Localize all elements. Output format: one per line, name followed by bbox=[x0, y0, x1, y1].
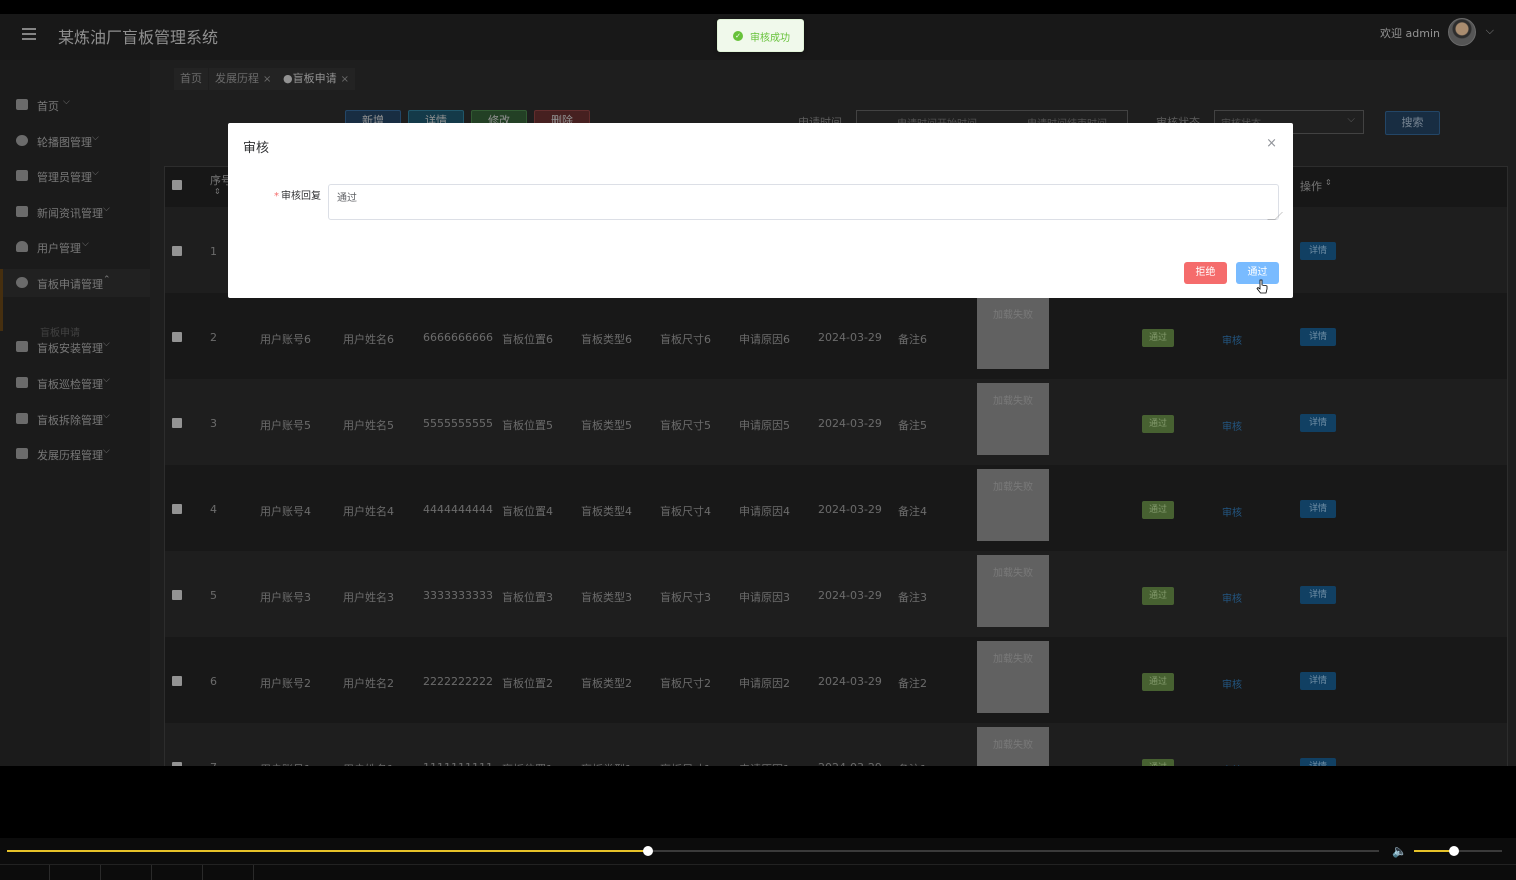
audit-dialog: 审核 × *审核回复 拒绝 通过 bbox=[228, 123, 1293, 298]
reject-button[interactable]: 拒绝 bbox=[1184, 262, 1227, 284]
volume-thumb[interactable] bbox=[1448, 846, 1459, 856]
video-controls: 🔈 bbox=[0, 838, 1516, 880]
required-asterisk: * bbox=[274, 191, 279, 202]
seek-bar[interactable] bbox=[7, 846, 1379, 856]
screen: 某炼油厂盲板管理系统 欢迎 admin ⌵ 首页 ⌵ 轮播图管理 ⌵ 管理员管理 ⌵ … bbox=[0, 0, 1516, 880]
success-check-icon: ✓ bbox=[733, 31, 743, 41]
hand-cursor-icon bbox=[1256, 279, 1268, 294]
thumbnail-strip bbox=[0, 864, 1516, 880]
reply-label: * 审核回复 bbox=[274, 191, 321, 202]
volume-level bbox=[1414, 850, 1454, 852]
seek-progress bbox=[7, 850, 648, 852]
seek-thumb[interactable] bbox=[642, 846, 653, 856]
volume-slider[interactable] bbox=[1414, 846, 1502, 856]
audit-reply-textarea[interactable] bbox=[328, 184, 1279, 220]
top-black-strip bbox=[0, 0, 1516, 14]
toast-message: 审核成功 bbox=[750, 33, 790, 44]
dialog-title: 审核 bbox=[243, 141, 270, 156]
close-icon[interactable]: × bbox=[1266, 136, 1277, 151]
volume-icon[interactable]: 🔈 bbox=[1392, 844, 1407, 858]
success-toast: ✓ 审核成功 bbox=[717, 19, 804, 52]
